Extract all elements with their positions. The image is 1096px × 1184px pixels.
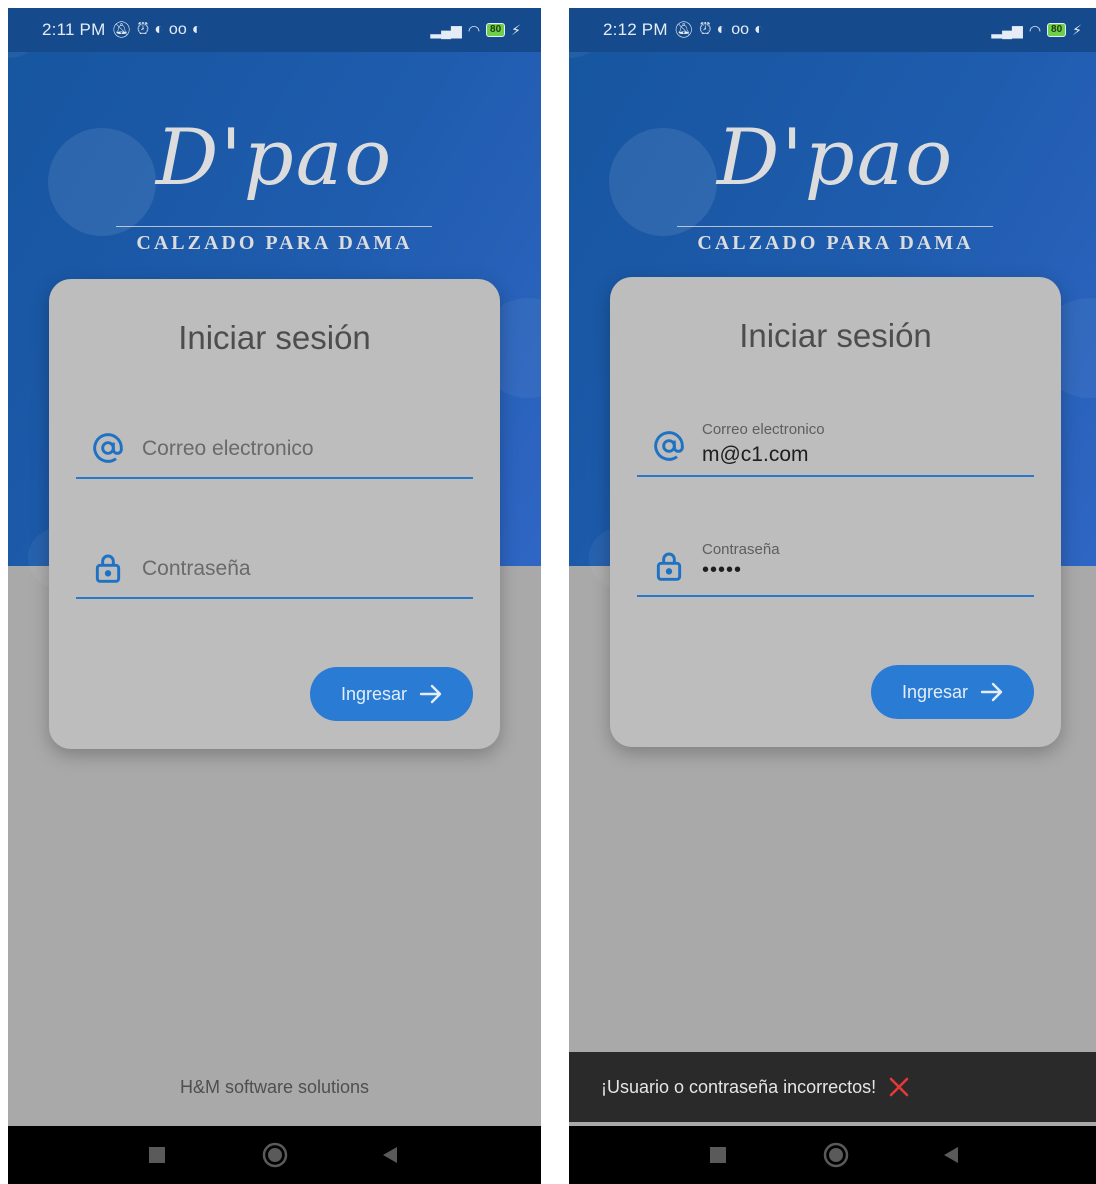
logo-subtitle: CALZADO PARA DAMA: [697, 232, 974, 254]
phone-screen-error: 2:12 PM 🔕︎ ⏰︎ ◐ oo ◐ ▂▄▆ ◠ 80 ⚡︎ D'pao C…: [569, 8, 1096, 1184]
logo-subtitle: CALZADO PARA DAMA: [136, 232, 413, 254]
brand-logo: D'pao CALZADO PARA DAMA: [569, 110, 1096, 254]
login-button-label: Ingresar: [341, 683, 408, 704]
back-button[interactable]: [941, 1126, 961, 1184]
status-system-icons: ▂▄▆ ◠ 80 ⚡︎: [430, 22, 521, 39]
login-card: Iniciar sesión Correo electronico m@c1.c…: [610, 277, 1061, 747]
phone-screen-empty: 2:11 PM 🔕︎ ⏰︎ ◐ oo ◐ ▂▄▆ ◠ 80 ⚡︎ D'pao C…: [8, 8, 541, 1184]
charging-icon: ⚡︎: [1072, 21, 1082, 38]
app-notification-icon: ◐: [753, 21, 764, 38]
close-icon: [889, 1077, 909, 1097]
status-bar: 2:11 PM 🔕︎ ⏰︎ ◐ oo ◐ ▂▄▆ ◠ 80 ⚡︎: [8, 8, 541, 52]
navigation-bar: [569, 1126, 1096, 1184]
home-button[interactable]: [262, 1126, 288, 1184]
app-notification-icon: ◐: [716, 21, 727, 38]
wifi-icon: ◠: [1028, 21, 1042, 38]
at-sign-icon: [93, 433, 123, 463]
logo-divider: [677, 226, 993, 227]
email-placeholder: Correo electronico: [142, 437, 314, 460]
bell-off-icon: 🔕︎: [673, 22, 695, 39]
voicemail-icon: oo: [168, 21, 187, 38]
voicemail-icon: oo: [731, 21, 749, 38]
arrow-right-icon: [980, 682, 1003, 702]
logo-divider: [116, 226, 432, 227]
login-button-label: Ingresar: [902, 681, 969, 702]
login-card: Iniciar sesión Correo electronico Contra…: [49, 279, 500, 749]
triangle-left-icon: [944, 1147, 958, 1163]
at-sign-icon: [654, 431, 684, 461]
battery-icon: 80: [486, 23, 506, 37]
signal-icon: ▂▄▆: [991, 21, 1023, 38]
app-notification-icon: ◐: [191, 21, 202, 38]
circle-icon: [823, 1142, 849, 1168]
snackbar-message: ¡Usuario o contraseña incorrectos!: [601, 1076, 877, 1097]
login-button[interactable]: Ingresar: [871, 665, 1034, 719]
wifi-icon: ◠: [467, 21, 481, 38]
recents-button[interactable]: [146, 1126, 168, 1184]
logo-script: D'pao: [716, 113, 955, 203]
battery-icon: 80: [1047, 23, 1067, 37]
login-button[interactable]: Ingresar: [310, 667, 473, 721]
password-label: Contraseña: [702, 541, 780, 558]
signal-icon: ▂▄▆: [430, 21, 462, 38]
status-notification-icons: 🔕︎ ⏰︎ ◐ oo ◐: [674, 20, 764, 40]
status-time: 2:11 PM: [42, 20, 106, 39]
email-field[interactable]: Correo electronico m@c1.com: [637, 417, 1034, 477]
app-notification-icon: ◐: [154, 21, 164, 38]
error-snackbar: ¡Usuario o contraseña incorrectos!: [569, 1052, 1096, 1122]
square-icon: [710, 1147, 726, 1163]
password-field[interactable]: Contraseña •••••: [637, 537, 1034, 597]
triangle-left-icon: [383, 1147, 397, 1163]
arrow-right-icon: [419, 684, 442, 704]
status-notification-icons: 🔕︎ ⏰︎ ◐ oo ◐: [111, 20, 201, 40]
brand-logo: D'pao CALZADO PARA DAMA: [8, 110, 541, 254]
back-button[interactable]: [380, 1126, 400, 1184]
card-title: Iniciar sesión: [739, 317, 932, 354]
password-placeholder: Contraseña: [142, 557, 251, 580]
lock-icon: [95, 554, 121, 583]
bell-off-icon: 🔕︎: [111, 22, 132, 39]
home-button[interactable]: [823, 1126, 849, 1184]
alarm-icon: ⏰︎: [136, 21, 150, 38]
email-field[interactable]: Correo electronico: [76, 419, 473, 479]
password-field[interactable]: Contraseña: [76, 539, 473, 599]
status-time: 2:12 PM: [603, 20, 668, 39]
logo-script: D'pao: [155, 113, 394, 203]
recents-button[interactable]: [707, 1126, 729, 1184]
square-icon: [149, 1147, 165, 1163]
email-label: Correo electronico: [702, 421, 825, 438]
charging-icon: ⚡︎: [511, 21, 521, 38]
password-value: •••••: [702, 559, 743, 581]
status-system-icons: ▂▄▆ ◠ 80 ⚡︎: [991, 22, 1082, 39]
lock-icon: [656, 552, 682, 581]
footer-credit: H&M software solutions: [179, 1077, 370, 1097]
email-value: m@c1.com: [702, 443, 809, 466]
status-bar: 2:12 PM 🔕︎ ⏰︎ ◐ oo ◐ ▂▄▆ ◠ 80 ⚡︎: [569, 8, 1096, 52]
alarm-icon: ⏰︎: [699, 21, 712, 38]
circle-icon: [262, 1142, 288, 1168]
navigation-bar: [8, 1126, 541, 1184]
card-title: Iniciar sesión: [178, 319, 371, 356]
